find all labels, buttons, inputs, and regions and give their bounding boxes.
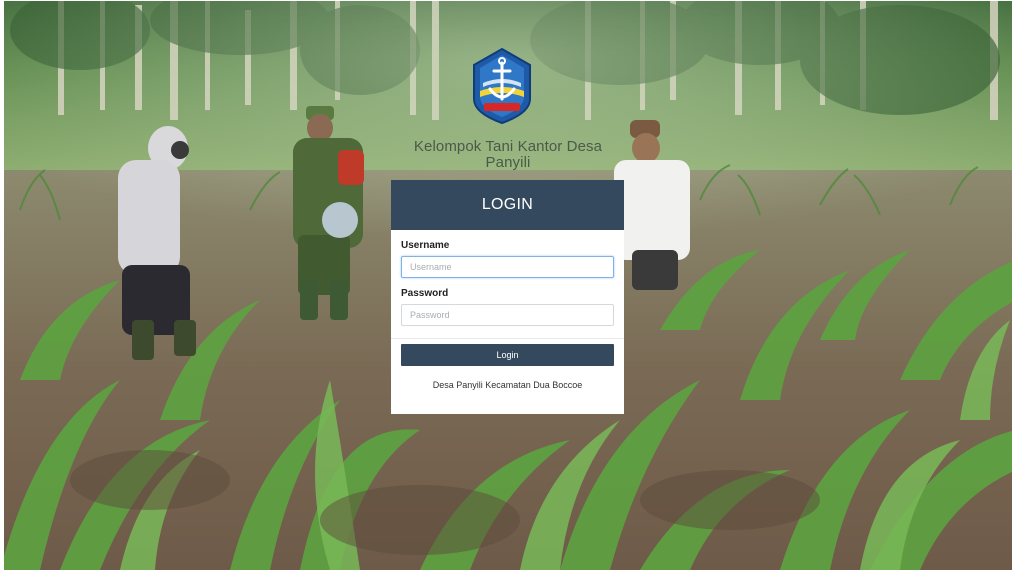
- login-page: Kelompok Tani Kantor Desa Panyili LOGIN …: [0, 0, 1016, 570]
- app-title: Kelompok Tani Kantor Desa Panyili: [413, 138, 603, 171]
- form-divider: [391, 338, 624, 339]
- login-form: Username Password Login Desa Panyili Kec…: [391, 230, 624, 390]
- card-footer-text: Desa Panyili Kecamatan Dua Boccoe: [432, 380, 583, 390]
- password-label: Password: [401, 288, 449, 299]
- username-label: Username: [401, 240, 450, 251]
- username-input[interactable]: [401, 256, 614, 278]
- login-button[interactable]: Login: [401, 344, 614, 366]
- password-input[interactable]: [401, 304, 614, 326]
- login-card-title: LOGIN: [391, 180, 624, 230]
- anchor-shield-emblem-icon: [473, 47, 531, 125]
- login-card: LOGIN Username Password Login Desa Panyi…: [391, 180, 624, 414]
